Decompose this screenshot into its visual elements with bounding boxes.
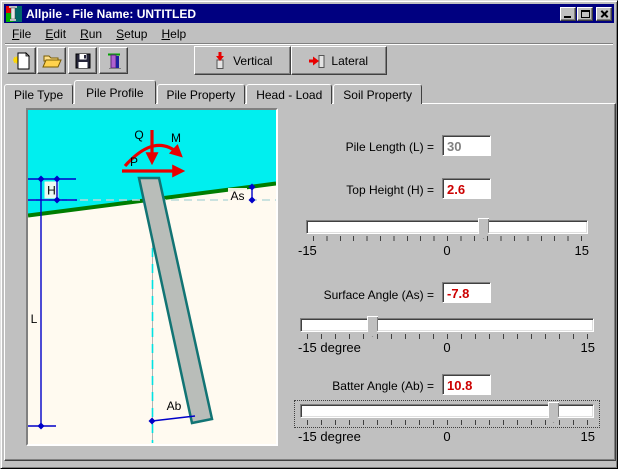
save-file-icon bbox=[73, 51, 93, 71]
new-file-button[interactable] bbox=[7, 47, 36, 74]
vertical-arrow-icon bbox=[212, 52, 227, 69]
app-window: Allpile - File Name: UNTITLED File Edit … bbox=[0, 0, 618, 469]
batter-angle-input[interactable] bbox=[442, 374, 491, 395]
tab-pile-type[interactable]: Pile Type bbox=[4, 84, 73, 104]
batter-angle-slider-min: -15 degree bbox=[298, 429, 361, 444]
surface-angle-label: Surface Angle (As) = bbox=[324, 288, 434, 302]
lateral-button-label: Lateral bbox=[331, 54, 368, 68]
label-m: M bbox=[171, 131, 181, 145]
vertical-button[interactable]: Vertical bbox=[194, 46, 291, 75]
tab-pile-profile[interactable]: Pile Profile bbox=[74, 80, 155, 104]
vertical-button-label: Vertical bbox=[233, 54, 272, 68]
batter-angle-slider-ticks bbox=[307, 420, 588, 425]
surface-angle-slider-mid: 0 bbox=[441, 340, 453, 355]
lateral-button[interactable]: Lateral bbox=[291, 46, 388, 75]
batter-angle-label: Batter Angle (Ab) = bbox=[332, 379, 434, 393]
minimize-button[interactable] bbox=[560, 7, 576, 21]
save-file-button[interactable] bbox=[68, 47, 97, 74]
menu-run[interactable]: Run bbox=[73, 25, 109, 43]
pile-tool-icon bbox=[104, 51, 124, 71]
batter-angle-slider-max: 15 bbox=[577, 429, 595, 444]
pile-length-input[interactable] bbox=[442, 135, 491, 156]
tab-pile-property[interactable]: Pile Property bbox=[157, 84, 246, 104]
top-height-input[interactable] bbox=[442, 178, 491, 199]
menu-edit[interactable]: Edit bbox=[38, 25, 73, 43]
surface-angle-slider-max: 15 bbox=[577, 340, 595, 355]
top-height-slider-ticks bbox=[313, 236, 582, 241]
maximize-button[interactable] bbox=[577, 7, 593, 21]
top-height-slider-track[interactable] bbox=[306, 220, 588, 234]
pile-length-label: Pile Length (L) = bbox=[346, 140, 434, 154]
label-l: L bbox=[31, 312, 38, 326]
surface-angle-slider-min: -15 degree bbox=[298, 340, 361, 355]
label-q: Q bbox=[134, 128, 143, 142]
title-bar: Allpile - File Name: UNTITLED bbox=[4, 4, 614, 23]
menu-help[interactable]: Help bbox=[154, 25, 193, 43]
label-as: As bbox=[230, 189, 244, 203]
label-h: H bbox=[47, 184, 56, 198]
top-height-slider-min: -15 bbox=[298, 243, 317, 258]
top-height-slider-max: 15 bbox=[571, 243, 589, 258]
pile-diagram: Q M P H L As Ab bbox=[28, 110, 276, 444]
top-height-slider-mid: 0 bbox=[441, 243, 453, 258]
app-icon bbox=[6, 6, 22, 22]
tab-head-load[interactable]: Head - Load bbox=[246, 84, 332, 104]
toolbar: Vertical Lateral bbox=[4, 45, 614, 78]
pile-tool-button[interactable] bbox=[99, 47, 128, 74]
tab-soil-property[interactable]: Soil Property bbox=[333, 84, 422, 104]
new-file-icon bbox=[12, 51, 32, 71]
surface-angle-input[interactable] bbox=[442, 282, 491, 303]
label-ab: Ab bbox=[167, 399, 182, 413]
batter-angle-slider-mid: 0 bbox=[441, 429, 453, 444]
menu-file[interactable]: File bbox=[5, 25, 38, 43]
open-file-icon bbox=[42, 51, 62, 71]
window-title: Allpile - File Name: UNTITLED bbox=[26, 7, 559, 21]
menu-bar: File Edit Run Setup Help bbox=[5, 25, 613, 44]
top-height-label: Top Height (H) = bbox=[346, 183, 434, 197]
surface-angle-slider-track[interactable] bbox=[300, 318, 594, 332]
tab-strip: Pile Type Pile Profile Pile Property Hea… bbox=[4, 80, 423, 104]
surface-angle-slider-ticks bbox=[307, 334, 588, 339]
menu-setup[interactable]: Setup bbox=[109, 25, 154, 43]
close-button[interactable] bbox=[596, 7, 612, 21]
label-p: P bbox=[130, 155, 138, 169]
open-file-button[interactable] bbox=[37, 47, 66, 74]
pile-diagram-frame: Q M P H L As Ab bbox=[26, 108, 278, 446]
run-button-group: Vertical Lateral bbox=[194, 46, 387, 75]
lateral-arrow-icon bbox=[309, 53, 325, 69]
